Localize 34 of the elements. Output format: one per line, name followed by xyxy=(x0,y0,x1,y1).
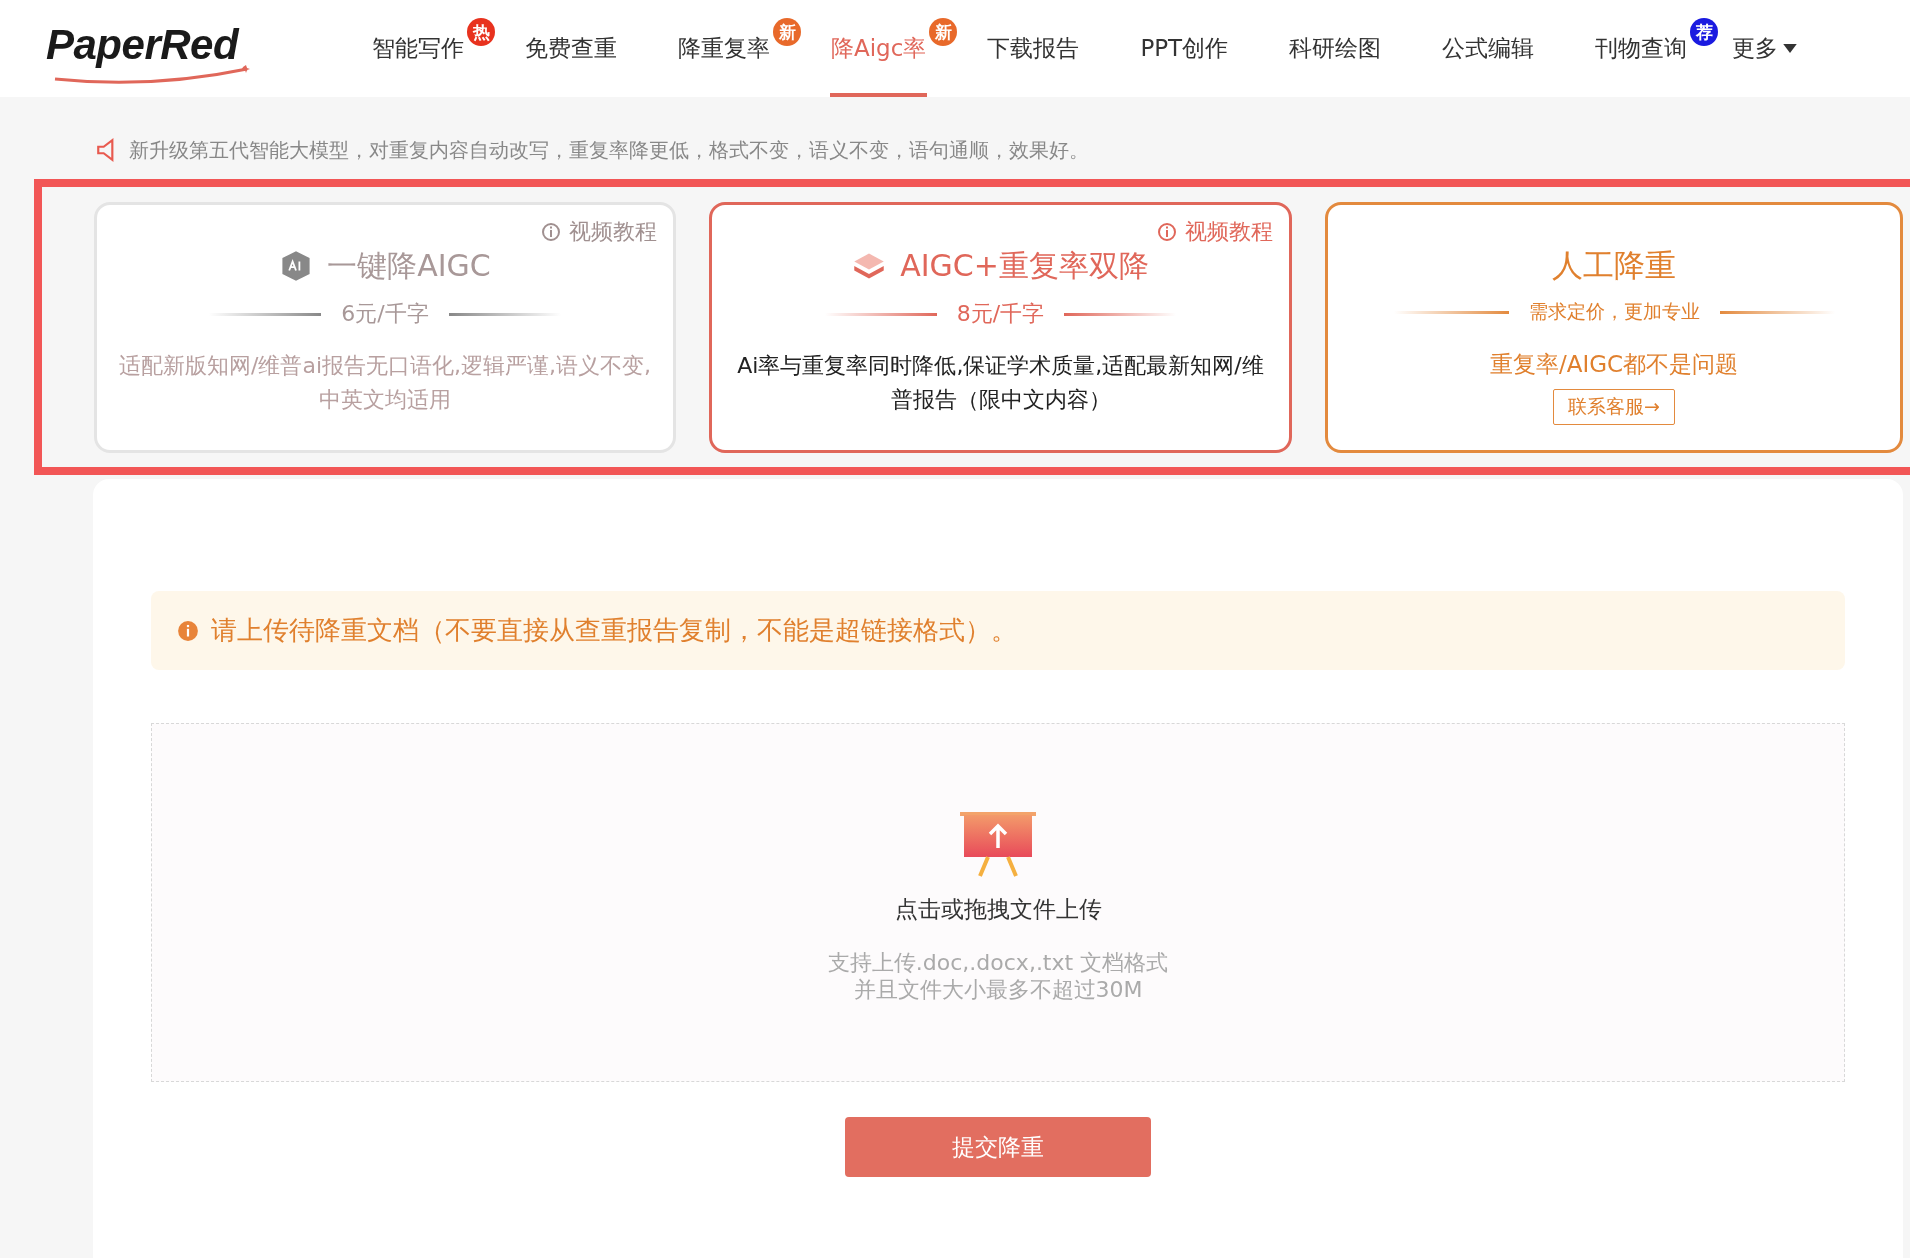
nav-tab[interactable]: 公式编辑 xyxy=(1441,0,1536,97)
nav-badge: 荐 xyxy=(1690,18,1719,46)
nav-tab[interactable]: 下载报告 xyxy=(986,0,1081,97)
card-description: Ai率与重复率同时降低,保证学术质量,适配最新知网/维普报告（限中文内容） xyxy=(736,352,1265,414)
upload-board-icon xyxy=(960,812,1036,878)
upload-hint: 支持上传.doc,.docx,.txt 文档格式 并且文件大小最多不超过30M xyxy=(827,949,1169,1003)
caret-icon xyxy=(1783,44,1798,53)
card-title: 一键降AIGC xyxy=(327,246,491,285)
upload-label: 点击或拖拽文件上传 xyxy=(894,895,1102,924)
card-description: 重复率/AIGC都不是问题 xyxy=(1489,350,1739,379)
warning-text: 请上传待降重文档（不要直接从查重报告复制，不能是超链接格式）。 xyxy=(211,614,1017,647)
nav-tab[interactable]: PPT创作 xyxy=(1139,0,1230,97)
info-icon xyxy=(177,619,199,642)
nav-tab[interactable]: 科研绘图 xyxy=(1288,0,1383,97)
more-menu[interactable]: 更多 xyxy=(1732,0,1798,97)
card-title: AIGC+重复率双降 xyxy=(900,246,1149,285)
nav-badge: 热 xyxy=(467,18,495,46)
service-card[interactable]: 视频教程 AIGC+重复率双降 8元/千字 Ai率与重复率同时降低,保证学术质量,适配最新知网/维普报告（限中文内容） xyxy=(709,202,1292,453)
card-price: 6元/千字 xyxy=(341,300,429,328)
info-icon xyxy=(1157,222,1177,242)
nav-tab[interactable]: 降重复率 xyxy=(677,0,771,97)
nav-tab[interactable]: 智能写作 xyxy=(371,0,465,97)
notice-text: 新升级第五代智能大模型，对重复内容自动改写，重复率降更低，格式不变，语义不变，语句通顺，效果好。 xyxy=(129,136,1089,164)
logo[interactable]: PaperRed xyxy=(46,20,256,85)
card-title: 人工降重 xyxy=(1552,246,1676,285)
card-price: 需求定价，更加专业 xyxy=(1528,299,1700,324)
upload-dropzone[interactable]: 点击或拖拽文件上传 支持上传.doc,.docx,.txt 文档格式 并且文件大小最多不超过30M xyxy=(151,723,1845,1082)
nav-tab[interactable]: 刊物查询 xyxy=(1594,0,1689,97)
card-description: 适配新版知网/维普ai报告无口语化,逻辑严谨,语义不变,中英文均适用 xyxy=(118,352,652,414)
nav-tab[interactable]: 免费查重 xyxy=(524,0,618,97)
card-price: 8元/千字 xyxy=(956,300,1045,328)
info-icon xyxy=(541,222,561,242)
nav-badge: 新 xyxy=(773,18,801,46)
nav-badge: 新 xyxy=(929,18,958,46)
